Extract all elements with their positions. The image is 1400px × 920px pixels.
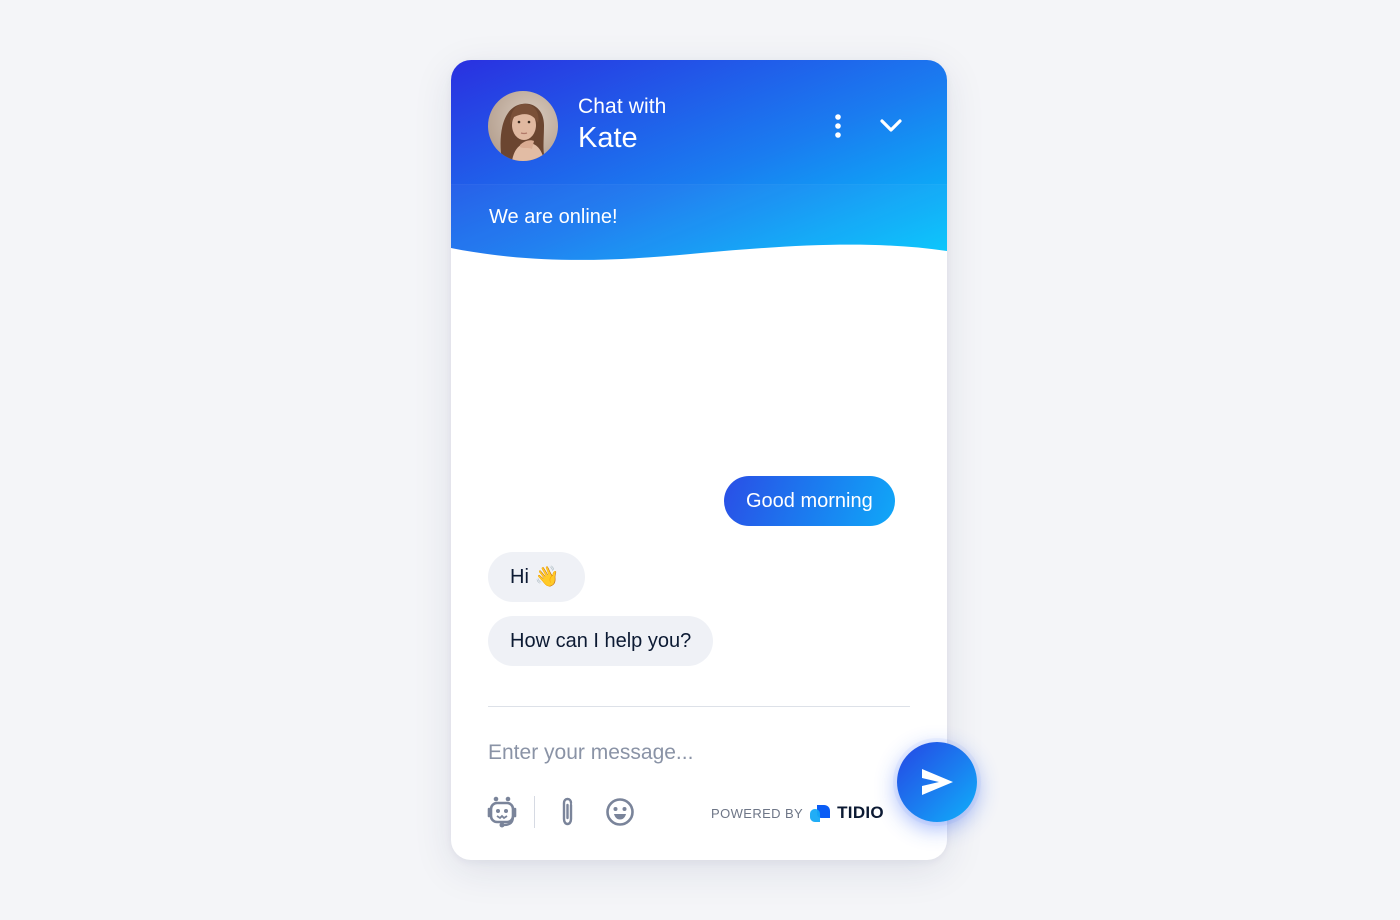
- send-button[interactable]: [897, 742, 977, 822]
- header-title: Chat with Kate: [578, 94, 666, 156]
- tidio-logo-icon: [810, 805, 831, 822]
- options-menu-button[interactable]: [825, 110, 851, 142]
- paperclip-icon: [562, 797, 573, 826]
- agent-name: Kate: [578, 122, 638, 154]
- attach-file-button[interactable]: [554, 794, 582, 830]
- minimize-chat-button[interactable]: [873, 110, 909, 142]
- chat-header: Chat with Kate We are online!: [451, 60, 947, 265]
- agent-avatar: [488, 91, 558, 161]
- chat-widget: Chat with Kate We are online! Good morni…: [451, 60, 977, 860]
- chevron-down-icon: [880, 119, 902, 132]
- emoji-icon: [606, 798, 634, 826]
- message-input[interactable]: [488, 736, 888, 770]
- message-incoming: Hi 👋: [488, 552, 586, 602]
- bot-icon: [487, 796, 517, 828]
- header-subtitle: Chat with: [578, 95, 667, 118]
- message-incoming: How can I help you?: [488, 616, 714, 666]
- composer-divider: [488, 706, 910, 707]
- more-vertical-icon: [835, 114, 841, 138]
- powered-by-tidio[interactable]: POWERED BY TIDIO: [711, 801, 884, 825]
- send-icon: [922, 769, 953, 795]
- agent-avatar-photo-icon: [500, 103, 546, 161]
- message-outgoing: Good morning: [724, 476, 895, 526]
- tidio-brand: TIDIO: [837, 803, 884, 822]
- toolbar-separator: [534, 796, 535, 828]
- emoji-button[interactable]: [603, 795, 637, 829]
- bot-button[interactable]: [484, 794, 520, 830]
- powered-by-label: POWERED BY: [711, 805, 804, 821]
- online-status: We are online!: [489, 206, 618, 228]
